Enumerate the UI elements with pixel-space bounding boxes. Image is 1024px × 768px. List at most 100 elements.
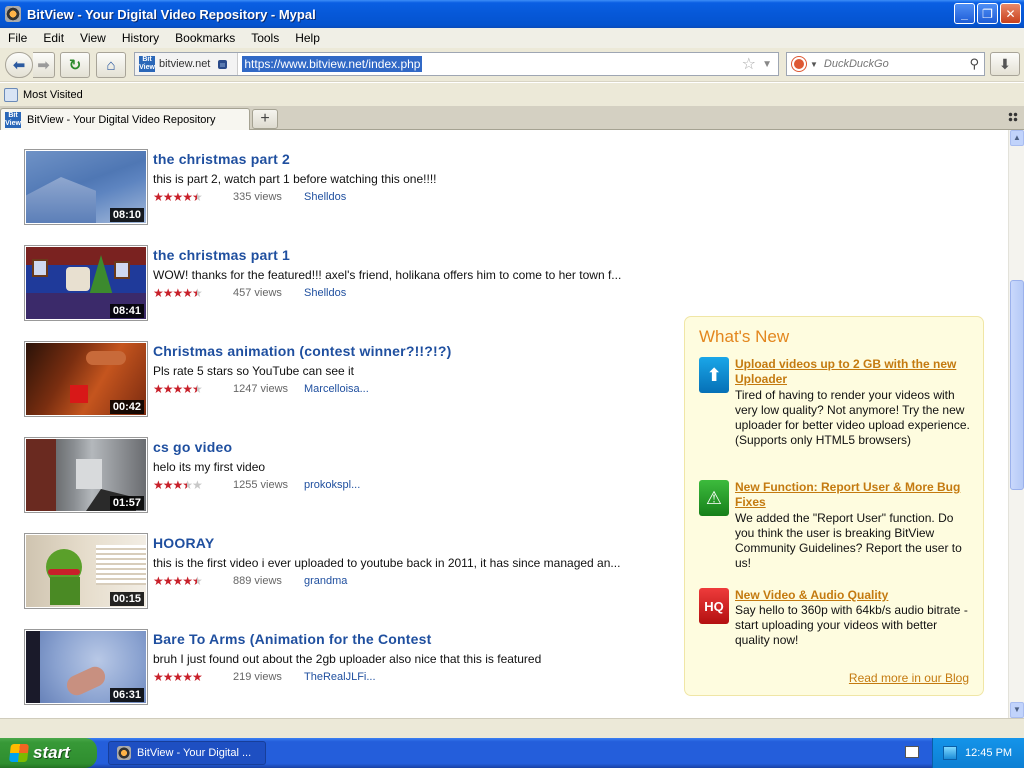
news-link[interactable]: Upload videos up to 2 GB with the new Up… <box>735 357 975 387</box>
video-title-link[interactable]: the christmas part 2 <box>153 151 290 167</box>
tab-bar: Bit View BitView - Your Digital Video Re… <box>0 106 1024 130</box>
reload-button[interactable]: ↻ <box>60 52 90 78</box>
video-title-link[interactable]: Christmas animation (contest winner?!!?!… <box>153 343 452 359</box>
keyboard-icon[interactable] <box>905 746 919 758</box>
menu-bookmarks[interactable]: Bookmarks <box>167 31 243 45</box>
tab-list-icon[interactable] <box>1008 112 1018 122</box>
video-item: 08:10 the christmas part 2 this is part … <box>24 149 644 225</box>
tab-bitview[interactable]: Bit View BitView - Your Digital Video Re… <box>0 108 250 130</box>
video-meta: ★★★★★ 1247 views Marcelloisa... <box>153 382 369 396</box>
video-description: bruh I just found out about the 2gb uplo… <box>153 652 542 666</box>
url-bar[interactable]: Bit View bitview.net https://www.bitview… <box>134 52 779 76</box>
news-link[interactable]: New Video & Audio Quality <box>735 588 975 603</box>
video-duration: 00:42 <box>109 400 144 414</box>
video-duration: 01:57 <box>109 496 144 510</box>
video-meta: ★★★★★ 219 views TheRealJLFi... <box>153 670 376 684</box>
home-icon: ⌂ <box>106 56 116 74</box>
video-meta: ★★★★★ 889 views grandma <box>153 574 347 588</box>
menu-help[interactable]: Help <box>287 31 328 45</box>
windows-logo-icon <box>9 744 29 762</box>
video-meta: ★★★★★ 457 views Shelldos <box>153 286 346 300</box>
menu-file[interactable]: File <box>0 31 35 45</box>
forward-arrow-icon: ➡ <box>37 57 50 74</box>
video-thumbnail[interactable]: 00:42 <box>24 341 148 417</box>
rating-stars: ★★★★★ <box>153 286 203 300</box>
menu-edit[interactable]: Edit <box>35 31 72 45</box>
author-link[interactable]: Marcelloisa... <box>304 383 369 395</box>
url-dropdown-icon[interactable]: ▼ <box>762 59 772 70</box>
network-icon[interactable] <box>943 746 957 760</box>
search-bar[interactable]: ▼ ⚲ <box>786 52 985 76</box>
plus-icon: + <box>260 110 270 127</box>
url-text[interactable]: https://www.bitview.net/index.php <box>242 56 423 72</box>
scrollbar-thumb[interactable] <box>1010 280 1024 490</box>
video-title-link[interactable]: HOORAY <box>153 535 214 551</box>
video-item: 00:15 HOORAY this is the first video i e… <box>24 533 644 609</box>
downloads-button[interactable]: ⬇ <box>990 52 1020 76</box>
scroll-up-icon[interactable]: ▲ <box>1010 130 1024 146</box>
news-text: Say hello to 360p with 64kb/s audio bitr… <box>735 603 968 647</box>
rating-stars: ★★★★★ <box>153 382 203 396</box>
mypal-app-icon <box>5 6 21 22</box>
video-title-link[interactable]: the christmas part 1 <box>153 247 290 263</box>
author-link[interactable]: grandma <box>304 575 347 587</box>
news-link[interactable]: New Function: Report User & More Bug Fix… <box>735 480 975 510</box>
most-visited-icon <box>4 87 18 102</box>
video-item: 00:42 Christmas animation (contest winne… <box>24 341 644 417</box>
back-button[interactable]: ⬅ <box>5 52 33 78</box>
minimize-button[interactable]: _ <box>954 3 975 24</box>
rating-stars: ★★★★★ <box>153 190 203 204</box>
rating-stars: ★★★★★ <box>153 574 203 588</box>
page-content: 08:10 the christmas part 2 this is part … <box>0 130 1008 718</box>
menu-view[interactable]: View <box>72 31 114 45</box>
author-link[interactable]: TheRealJLFi... <box>304 671 376 683</box>
author-link[interactable]: Shelldos <box>304 287 346 299</box>
video-title-link[interactable]: cs go video <box>153 439 232 455</box>
taskbar-item-label: BitView - Your Digital ... <box>137 747 252 759</box>
taskbar: start BitView - Your Digital ... 12:45 P… <box>0 738 1024 768</box>
view-count: 219 views <box>233 671 282 683</box>
window-title: BitView - Your Digital Video Repository … <box>27 6 316 22</box>
video-duration: 06:31 <box>109 688 144 702</box>
rating-stars: ★★★★★ <box>153 670 203 684</box>
back-arrow-icon: ⬅ <box>12 57 26 74</box>
upload-icon: ⬆ <box>699 357 729 393</box>
download-arrow-icon: ⬇ <box>999 55 1011 72</box>
video-meta: ★★★★★ 335 views Shelldos <box>153 190 346 204</box>
video-thumbnail[interactable]: 06:31 <box>24 629 148 705</box>
search-input[interactable] <box>823 58 954 70</box>
read-more-blog-link[interactable]: Read more in our Blog <box>849 671 969 685</box>
view-count: 1255 views <box>233 479 289 491</box>
start-label: start <box>33 743 70 762</box>
scroll-down-icon[interactable]: ▼ <box>1010 702 1024 718</box>
author-link[interactable]: prokokspl... <box>304 479 360 491</box>
bookmark-star-icon[interactable]: ☆ <box>742 54 756 74</box>
video-description: WOW! thanks for the featured!!! axel's f… <box>153 268 622 282</box>
video-thumbnail[interactable]: 08:10 <box>24 149 148 225</box>
duckduckgo-icon[interactable] <box>792 57 806 71</box>
video-title-link[interactable]: Bare To Arms (Animation for the Contest <box>153 631 431 647</box>
bookmark-most-visited[interactable]: Most Visited <box>23 89 83 101</box>
author-link[interactable]: Shelldos <box>304 191 346 203</box>
tab-title: BitView - Your Digital Video Repository <box>27 113 216 126</box>
taskbar-window-item[interactable]: BitView - Your Digital ... <box>108 741 266 765</box>
home-button[interactable]: ⌂ <box>96 52 126 78</box>
video-thumbnail[interactable]: 08:41 <box>24 245 148 321</box>
title-bar: BitView - Your Digital Video Repository … <box>0 0 1024 28</box>
video-thumbnail[interactable]: 01:57 <box>24 437 148 513</box>
maximize-button[interactable]: ❐ <box>977 3 998 24</box>
start-button[interactable]: start <box>0 738 97 768</box>
new-tab-button[interactable]: + <box>252 109 278 129</box>
video-thumbnail[interactable]: 00:15 <box>24 533 148 609</box>
status-bar <box>0 718 1024 738</box>
video-duration: 00:15 <box>109 592 144 606</box>
menu-tools[interactable]: Tools <box>243 31 287 45</box>
video-item: 06:31 Bare To Arms (Animation for the Co… <box>24 629 644 705</box>
close-button[interactable]: ✕ <box>1000 3 1021 24</box>
search-engine-dropdown-icon[interactable]: ▼ <box>810 60 818 69</box>
site-identity[interactable]: Bit View bitview.net <box>135 53 239 75</box>
vertical-scrollbar[interactable]: ▲ ▼ <box>1008 130 1024 718</box>
menu-history[interactable]: History <box>114 31 167 45</box>
forward-button[interactable]: ➡ <box>33 52 55 78</box>
search-icon[interactable]: ⚲ <box>969 56 979 72</box>
